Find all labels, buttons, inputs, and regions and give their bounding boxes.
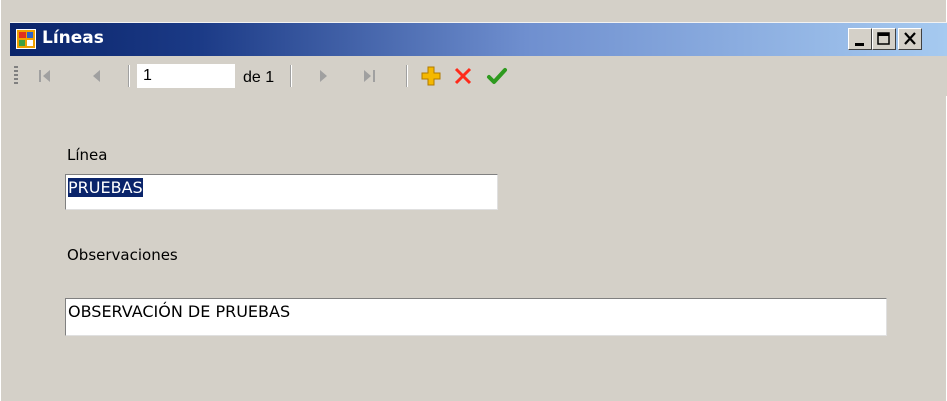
close-button[interactable] bbox=[898, 28, 922, 50]
delete-button[interactable] bbox=[450, 62, 476, 90]
move-next-icon bbox=[320, 70, 327, 82]
observaciones-label: Observaciones bbox=[67, 246, 178, 264]
window: Líneas de 1 bbox=[0, 0, 947, 401]
move-first-icon bbox=[39, 70, 50, 82]
app-icon bbox=[16, 29, 36, 49]
linea-field[interactable]: PRUEBAS bbox=[65, 174, 498, 210]
toolbar-separator bbox=[128, 65, 130, 87]
toolbar-separator bbox=[290, 65, 292, 87]
close-icon bbox=[904, 32, 916, 45]
binding-navigator: de 1 bbox=[10, 56, 947, 96]
delete-icon bbox=[454, 67, 472, 85]
move-last-icon bbox=[364, 70, 375, 82]
add-icon bbox=[421, 66, 441, 86]
window-title: Líneas bbox=[42, 28, 104, 48]
observaciones-field[interactable]: OBSERVACIÓN DE PRUEBAS bbox=[65, 298, 887, 336]
toolbar-grip[interactable] bbox=[14, 66, 18, 86]
move-previous-button[interactable] bbox=[84, 62, 110, 90]
move-previous-icon bbox=[93, 70, 100, 82]
maximize-button[interactable] bbox=[872, 28, 896, 50]
move-next-button[interactable] bbox=[310, 62, 336, 90]
position-input[interactable] bbox=[137, 64, 235, 88]
observaciones-value: OBSERVACIÓN DE PRUEBAS bbox=[68, 302, 291, 321]
move-first-button[interactable] bbox=[32, 62, 58, 90]
minimize-icon bbox=[855, 43, 864, 46]
linea-label: Línea bbox=[67, 146, 108, 164]
minimize-button[interactable] bbox=[848, 28, 872, 50]
check-icon bbox=[487, 68, 507, 84]
title-bar[interactable]: Líneas bbox=[10, 22, 947, 56]
save-button[interactable] bbox=[484, 62, 510, 90]
toolbar-separator bbox=[406, 65, 408, 87]
add-new-button[interactable] bbox=[418, 62, 444, 90]
count-label: de 1 bbox=[243, 69, 275, 86]
linea-value: PRUEBAS bbox=[68, 178, 143, 197]
move-last-button[interactable] bbox=[356, 62, 382, 90]
maximize-icon bbox=[877, 32, 890, 45]
